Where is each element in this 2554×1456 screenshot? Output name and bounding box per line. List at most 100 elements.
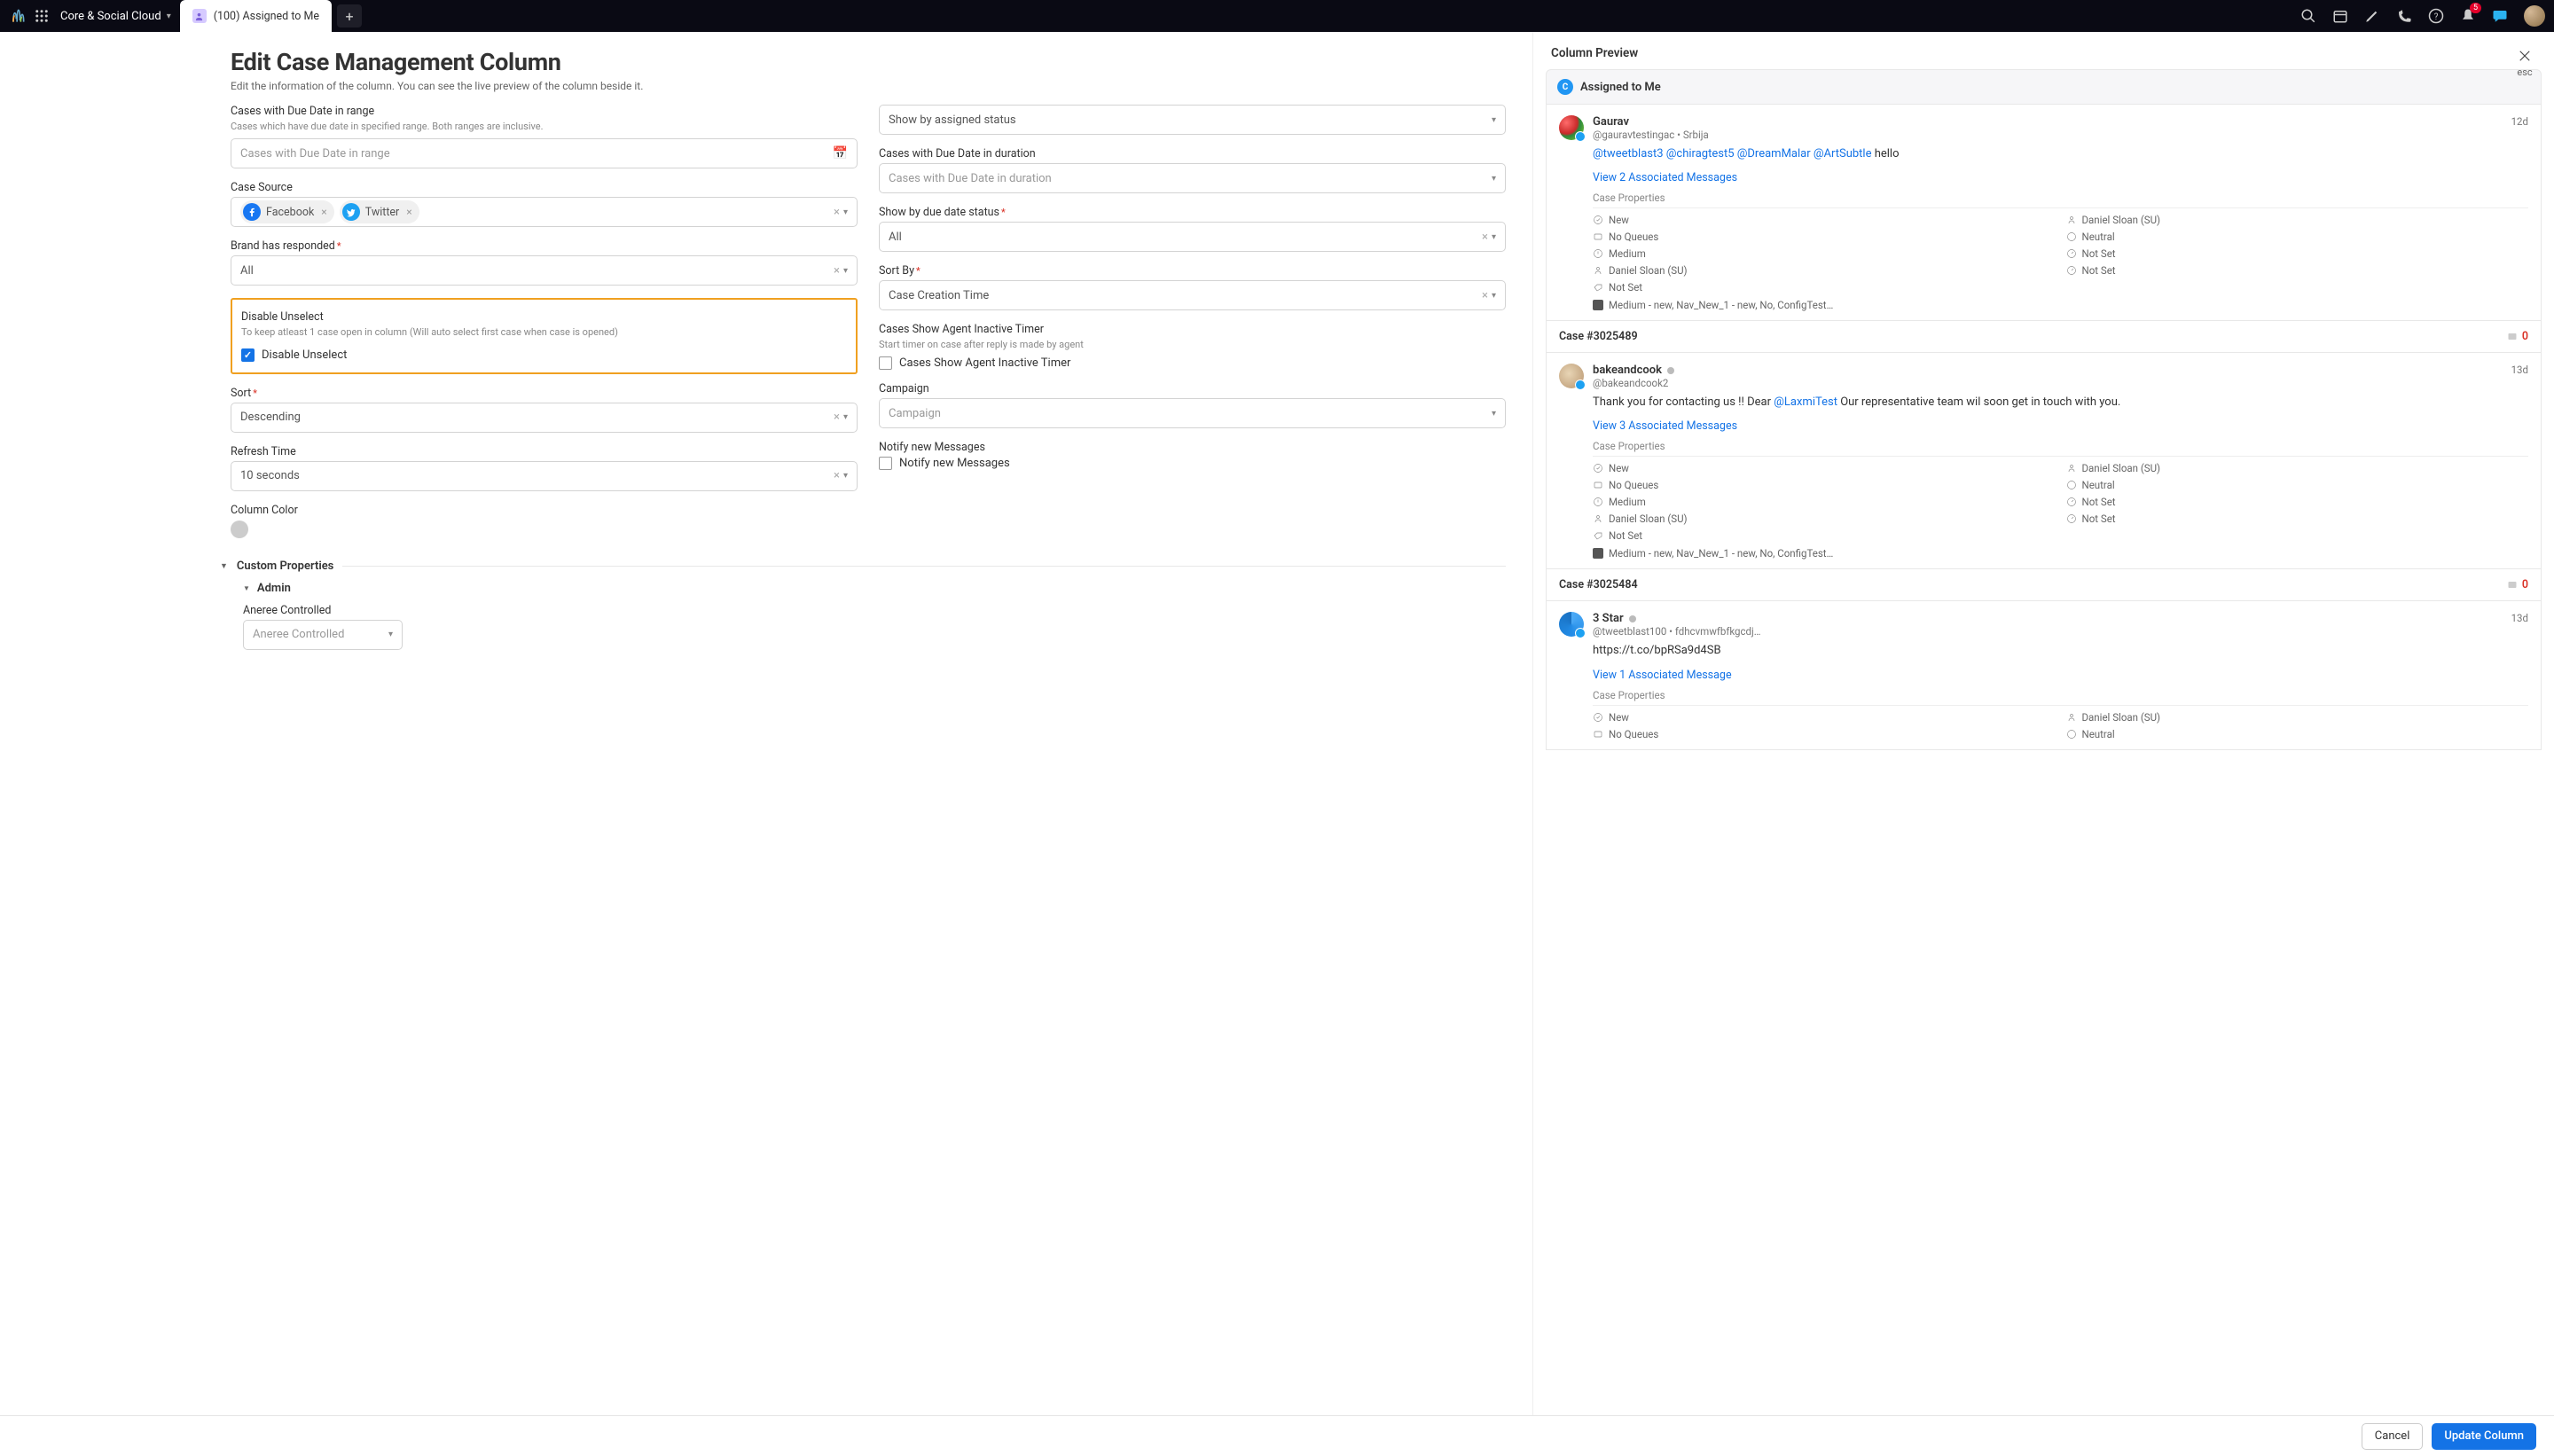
person-icon bbox=[192, 9, 207, 23]
brand-responded-select[interactable]: All ×▾ bbox=[231, 255, 858, 286]
refresh-select[interactable]: 10 seconds ×▾ bbox=[231, 461, 858, 491]
field-agent-timer: Cases Show Agent Inactive Timer Start ti… bbox=[879, 323, 1506, 370]
column-color-label: Column Color bbox=[231, 504, 858, 517]
triangle-down-icon: ▼ bbox=[220, 561, 228, 571]
show-due-status-label: Show by due date status* bbox=[879, 206, 1506, 219]
preview-column-header: C Assigned to Me bbox=[1546, 69, 2542, 105]
chevron-down-icon: ▾ bbox=[388, 630, 393, 639]
calendar-icon[interactable] bbox=[2332, 8, 2348, 24]
chevron-down-icon: ▾ bbox=[1492, 174, 1496, 184]
agent-timer-checkbox[interactable]: Cases Show Agent Inactive Timer bbox=[879, 356, 1506, 370]
avatar bbox=[1559, 115, 1584, 140]
sort-label: Sort* bbox=[231, 387, 858, 400]
tab-assigned-to-me[interactable]: (100) Assigned to Me bbox=[180, 0, 332, 32]
disable-unselect-label: Disable Unselect bbox=[241, 310, 847, 324]
chevron-down-icon: ▾ bbox=[843, 471, 848, 481]
phone-icon[interactable] bbox=[2396, 8, 2412, 24]
notify-checkbox[interactable]: Notify new Messages bbox=[879, 457, 1506, 470]
color-swatch[interactable] bbox=[231, 521, 248, 538]
view-messages-link[interactable]: View 3 Associated Messages bbox=[1593, 419, 2528, 433]
update-column-button[interactable]: Update Column bbox=[2432, 1423, 2536, 1450]
chevron-down-icon: ▾ bbox=[843, 207, 848, 217]
field-case-source: Case Source Facebook× Twitter× ×▾ bbox=[231, 181, 858, 227]
twitter-badge-icon bbox=[1575, 380, 1586, 390]
case-source-label: Case Source bbox=[231, 181, 858, 194]
sort-by-select[interactable]: Case Creation Time ×▾ bbox=[879, 280, 1506, 310]
form-pane: Edit Case Management Column Edit the inf… bbox=[0, 32, 1532, 1415]
case-source-select[interactable]: Facebook× Twitter× ×▾ bbox=[231, 197, 858, 227]
chevron-down-icon: ▾ bbox=[1492, 291, 1496, 301]
notifications-icon[interactable]: 5 bbox=[2460, 8, 2476, 24]
edit-icon[interactable] bbox=[2364, 8, 2380, 24]
twitter-icon bbox=[342, 203, 360, 221]
chevron-down-icon: ▾ bbox=[843, 412, 848, 422]
campaign-select[interactable]: Campaign ▾ bbox=[879, 398, 1506, 428]
chevron-down-icon: ▾ bbox=[1492, 232, 1496, 242]
calendar-icon: 📅 bbox=[833, 146, 848, 160]
view-messages-link[interactable]: View 1 Associated Message bbox=[1593, 669, 2528, 682]
workspace-name: Core & Social Cloud bbox=[60, 10, 161, 23]
new-tab-button[interactable]: + bbox=[337, 4, 362, 27]
field-show-due-status: Show by due date status* All ×▾ bbox=[879, 206, 1506, 252]
topbar: Core & Social Cloud ▾ (100) Assigned to … bbox=[0, 0, 2554, 32]
close-button[interactable]: esc bbox=[2517, 48, 2533, 78]
agent-timer-label: Cases Show Agent Inactive Timer bbox=[879, 323, 1506, 336]
notify-label: Notify new Messages bbox=[879, 441, 1506, 454]
aneree-select[interactable]: Aneree Controlled ▾ bbox=[243, 620, 403, 650]
remove-chip-icon[interactable]: × bbox=[406, 206, 411, 218]
field-show-assigned: Show by assigned status ▾ bbox=[879, 105, 1506, 135]
view-messages-link[interactable]: View 2 Associated Messages bbox=[1593, 171, 2528, 184]
case-card[interactable]: 3 Star @tweetblast100 • fdhcvmwfbfkgcdj…… bbox=[1546, 601, 2542, 749]
clear-icon[interactable]: × bbox=[834, 411, 840, 424]
disable-unselect-checkbox[interactable]: Disable Unselect bbox=[241, 348, 847, 362]
sort-select[interactable]: Descending ×▾ bbox=[231, 403, 858, 433]
help-icon[interactable]: ? bbox=[2428, 8, 2444, 24]
admin-subsection[interactable]: ▼ Admin bbox=[243, 582, 1506, 595]
user-avatar[interactable] bbox=[2524, 5, 2545, 27]
checkbox-checked-icon bbox=[241, 348, 255, 362]
apps-grid-icon[interactable] bbox=[34, 8, 50, 24]
due-range-input[interactable]: Cases with Due Date in range 📅 bbox=[231, 138, 858, 168]
case-card[interactable]: Gaurav @gauravtestingac • Srbija 12d @tw… bbox=[1546, 105, 2542, 321]
search-icon[interactable] bbox=[2300, 8, 2316, 24]
svg-text:?: ? bbox=[2434, 12, 2439, 22]
chip-facebook[interactable]: Facebook× bbox=[240, 200, 334, 223]
chevron-down-icon: ▾ bbox=[167, 12, 171, 21]
case-row[interactable]: Case #3025489 0 bbox=[1546, 321, 2542, 353]
workspace-selector[interactable]: Core & Social Cloud ▾ bbox=[60, 10, 171, 23]
show-due-status-select[interactable]: All ×▾ bbox=[879, 222, 1506, 252]
footer: Cancel Update Column bbox=[0, 1415, 2554, 1456]
cancel-button[interactable]: Cancel bbox=[2362, 1423, 2424, 1450]
field-notify: Notify new Messages Notify new Messages bbox=[879, 441, 1506, 470]
clear-icon[interactable]: × bbox=[1482, 289, 1488, 302]
clear-icon[interactable]: × bbox=[1482, 231, 1488, 244]
disable-unselect-box: Disable Unselect To keep atleast 1 case … bbox=[231, 298, 858, 373]
clear-icon[interactable]: × bbox=[834, 469, 840, 482]
twitter-badge-icon bbox=[1575, 628, 1586, 638]
clear-icon[interactable]: × bbox=[834, 264, 840, 278]
remove-chip-icon[interactable]: × bbox=[321, 206, 326, 218]
field-brand-responded: Brand has responded* All ×▾ bbox=[231, 239, 858, 286]
sort-by-label: Sort By* bbox=[879, 264, 1506, 278]
tab-label: (100) Assigned to Me bbox=[214, 10, 319, 23]
clear-icon[interactable]: × bbox=[834, 206, 840, 219]
avatar bbox=[1559, 364, 1584, 388]
field-due-date-range: Cases with Due Date in range Cases which… bbox=[231, 105, 858, 168]
case-card[interactable]: bakeandcook @bakeandcook2 13d Thank you … bbox=[1546, 353, 2542, 569]
case-row[interactable]: Case #3025484 0 bbox=[1546, 569, 2542, 601]
due-duration-select[interactable]: Cases with Due Date in duration ▾ bbox=[879, 163, 1506, 193]
tag-icon bbox=[1593, 548, 1603, 559]
chevron-down-icon: ▾ bbox=[1492, 115, 1496, 125]
show-assigned-select[interactable]: Show by assigned status ▾ bbox=[879, 105, 1506, 135]
facebook-icon bbox=[243, 203, 261, 221]
field-refresh-time: Refresh Time 10 seconds ×▾ bbox=[231, 445, 858, 491]
custom-properties-section[interactable]: ▼ Custom Properties bbox=[220, 560, 1506, 573]
chat-icon[interactable] bbox=[2492, 8, 2508, 24]
notification-badge: 5 bbox=[2470, 3, 2481, 13]
chip-twitter[interactable]: Twitter× bbox=[340, 200, 419, 223]
field-aneree: Aneree Controlled Aneree Controlled ▾ bbox=[243, 604, 403, 650]
due-range-label: Cases with Due Date in range bbox=[231, 105, 858, 118]
page-title: Edit Case Management Column bbox=[231, 48, 1506, 76]
field-campaign: Campaign Campaign ▾ bbox=[879, 382, 1506, 428]
due-duration-label: Cases with Due Date in duration bbox=[879, 147, 1506, 160]
